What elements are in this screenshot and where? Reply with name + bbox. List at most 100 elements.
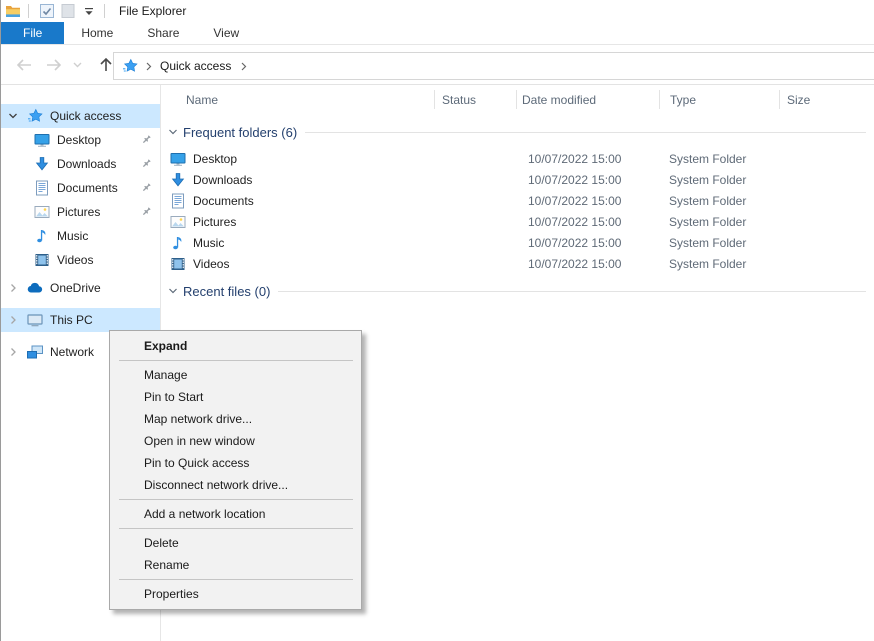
menu-separator — [119, 528, 353, 529]
tab-view[interactable]: View — [196, 22, 256, 44]
file-explorer-logo-icon[interactable] — [4, 2, 22, 20]
type-cell: System Folder — [659, 253, 779, 274]
column-header-name[interactable]: Name — [161, 90, 434, 109]
chevron-down-icon[interactable] — [5, 111, 21, 121]
context-menu-item-pin-to-start[interactable]: Pin to Start — [110, 386, 361, 408]
date-modified-cell: 10/07/2022 15:00 — [516, 253, 659, 274]
cell-text: 10/07/2022 15:00 — [528, 173, 621, 187]
column-header-size[interactable]: Size — [779, 90, 858, 109]
file-row-desktop[interactable]: Desktop10/07/2022 15:00System Folder — [161, 148, 874, 169]
cell-text: Music — [193, 236, 224, 250]
group-rule — [305, 132, 866, 133]
qat-customize-dropdown-icon[interactable] — [80, 2, 98, 20]
context-menu-item-manage[interactable]: Manage — [110, 364, 361, 386]
sidebar-item-desktop[interactable]: Desktop — [1, 128, 160, 152]
group-header-recent-files-0[interactable]: Recent files (0) — [168, 282, 874, 300]
tab-home[interactable]: Home — [64, 22, 130, 44]
context-menu-item-add-a-network-location[interactable]: Add a network location — [110, 503, 361, 525]
name-cell: Videos — [161, 253, 434, 274]
sidebar-item-label: Desktop — [57, 133, 101, 147]
sidebar-item-label: Music — [57, 229, 88, 243]
cell-text: System Folder — [669, 173, 746, 187]
cell-text: 10/07/2022 15:00 — [528, 215, 621, 229]
pictures-icon — [170, 214, 186, 230]
file-row-music[interactable]: Music10/07/2022 15:00System Folder — [161, 232, 874, 253]
sidebar-item-this-pc[interactable]: This PC — [1, 308, 160, 332]
sidebar-item-onedrive[interactable]: OneDrive — [1, 276, 160, 300]
group-chevron-down-icon[interactable] — [168, 127, 178, 137]
context-menu-item-delete[interactable]: Delete — [110, 532, 361, 554]
date-modified-cell: 10/07/2022 15:00 — [516, 232, 659, 253]
group-chevron-down-icon[interactable] — [168, 286, 178, 296]
group-header-frequent-folders-6[interactable]: Frequent folders (6) — [168, 123, 874, 141]
forward-button[interactable] — [41, 52, 67, 78]
recent-locations-dropdown-icon[interactable] — [69, 52, 85, 78]
pictures-icon — [34, 204, 50, 220]
group-rule — [278, 291, 866, 292]
sidebar-item-label: Quick access — [50, 109, 121, 123]
menu-separator — [119, 499, 353, 500]
address-bar[interactable]: Quick access — [113, 52, 874, 80]
file-row-documents[interactable]: Documents10/07/2022 15:00System Folder — [161, 190, 874, 211]
sidebar-item-label: Videos — [57, 253, 93, 267]
downloads-icon — [170, 172, 186, 188]
cell-text: Downloads — [193, 173, 252, 187]
sidebar-item-downloads[interactable]: Downloads — [1, 152, 160, 176]
back-button[interactable] — [11, 52, 37, 78]
context-menu-item-disconnect-network-drive[interactable]: Disconnect network drive... — [110, 474, 361, 496]
documents-icon — [34, 180, 50, 196]
window-title: File Explorer — [119, 4, 186, 18]
cell-text: 10/07/2022 15:00 — [528, 236, 621, 250]
chevron-right-icon[interactable] — [5, 315, 21, 325]
context-menu-item-map-network-drive[interactable]: Map network drive... — [110, 408, 361, 430]
size-cell — [779, 211, 858, 232]
cell-text: 10/07/2022 15:00 — [528, 257, 621, 271]
context-menu-item-properties[interactable]: Properties — [110, 583, 361, 605]
chevron-right-icon[interactable] — [5, 347, 21, 357]
sidebar-item-music[interactable]: Music — [1, 224, 160, 248]
cell-text: Videos — [193, 257, 229, 271]
breadcrumb-segment-quick-access[interactable]: Quick access — [160, 59, 231, 73]
sidebar-item-label: Downloads — [57, 157, 116, 171]
cell-text: System Folder — [669, 152, 746, 166]
ribbon-tab-bar: FileHomeShareView — [1, 22, 874, 45]
pin-icon — [141, 158, 152, 169]
name-cell: Music — [161, 232, 434, 253]
column-header-date-modified[interactable]: Date modified — [516, 90, 659, 109]
onedrive-icon — [27, 280, 43, 296]
file-row-downloads[interactable]: Downloads 10/07/2022 15:00 System Folder — [161, 169, 874, 190]
quick-access-star-icon — [122, 58, 138, 74]
cell-text: Documents — [193, 194, 254, 208]
tab-share[interactable]: Share — [130, 22, 196, 44]
context-menu-item-rename[interactable]: Rename — [110, 554, 361, 576]
videos-icon — [170, 256, 186, 272]
sidebar-item-label: Documents — [57, 181, 118, 195]
name-cell: Documents — [161, 190, 434, 211]
context-menu-item-open-in-new-window[interactable]: Open in new window — [110, 430, 361, 452]
file-row-pictures[interactable]: Pictures10/07/2022 15:00System Folder — [161, 211, 874, 232]
file-row-videos[interactable]: Videos 10/07/2022 15:00 System Folder — [161, 253, 874, 274]
column-header-status[interactable]: Status — [434, 90, 516, 109]
chevron-right-icon[interactable] — [5, 283, 21, 293]
status-cell — [434, 253, 516, 274]
title-bar: File Explorer — [1, 0, 874, 22]
column-header-type[interactable]: Type — [659, 90, 779, 109]
downloads-icon — [34, 156, 50, 172]
network-icon — [27, 344, 43, 360]
type-cell: System Folder — [659, 190, 779, 211]
properties-check-icon[interactable] — [38, 2, 56, 20]
status-cell — [434, 148, 516, 169]
groups-container: Frequent folders (6) Desktop10/07/2022 15… — [161, 123, 874, 300]
size-cell — [779, 148, 858, 169]
breadcrumb-chevron-icon[interactable] — [241, 62, 247, 71]
breadcrumb-chevron-icon[interactable] — [146, 62, 152, 71]
menu-separator — [119, 579, 353, 580]
sidebar-item-videos[interactable]: Videos — [1, 248, 160, 272]
tab-file[interactable]: File — [1, 22, 64, 44]
new-item-icon[interactable] — [59, 2, 77, 20]
sidebar-item-quick-access[interactable]: Quick access — [1, 104, 160, 128]
context-menu-item-pin-to-quick-access[interactable]: Pin to Quick access — [110, 452, 361, 474]
sidebar-item-documents[interactable]: Documents — [1, 176, 160, 200]
context-menu-item-expand[interactable]: Expand — [110, 335, 361, 357]
sidebar-item-pictures[interactable]: Pictures — [1, 200, 160, 224]
